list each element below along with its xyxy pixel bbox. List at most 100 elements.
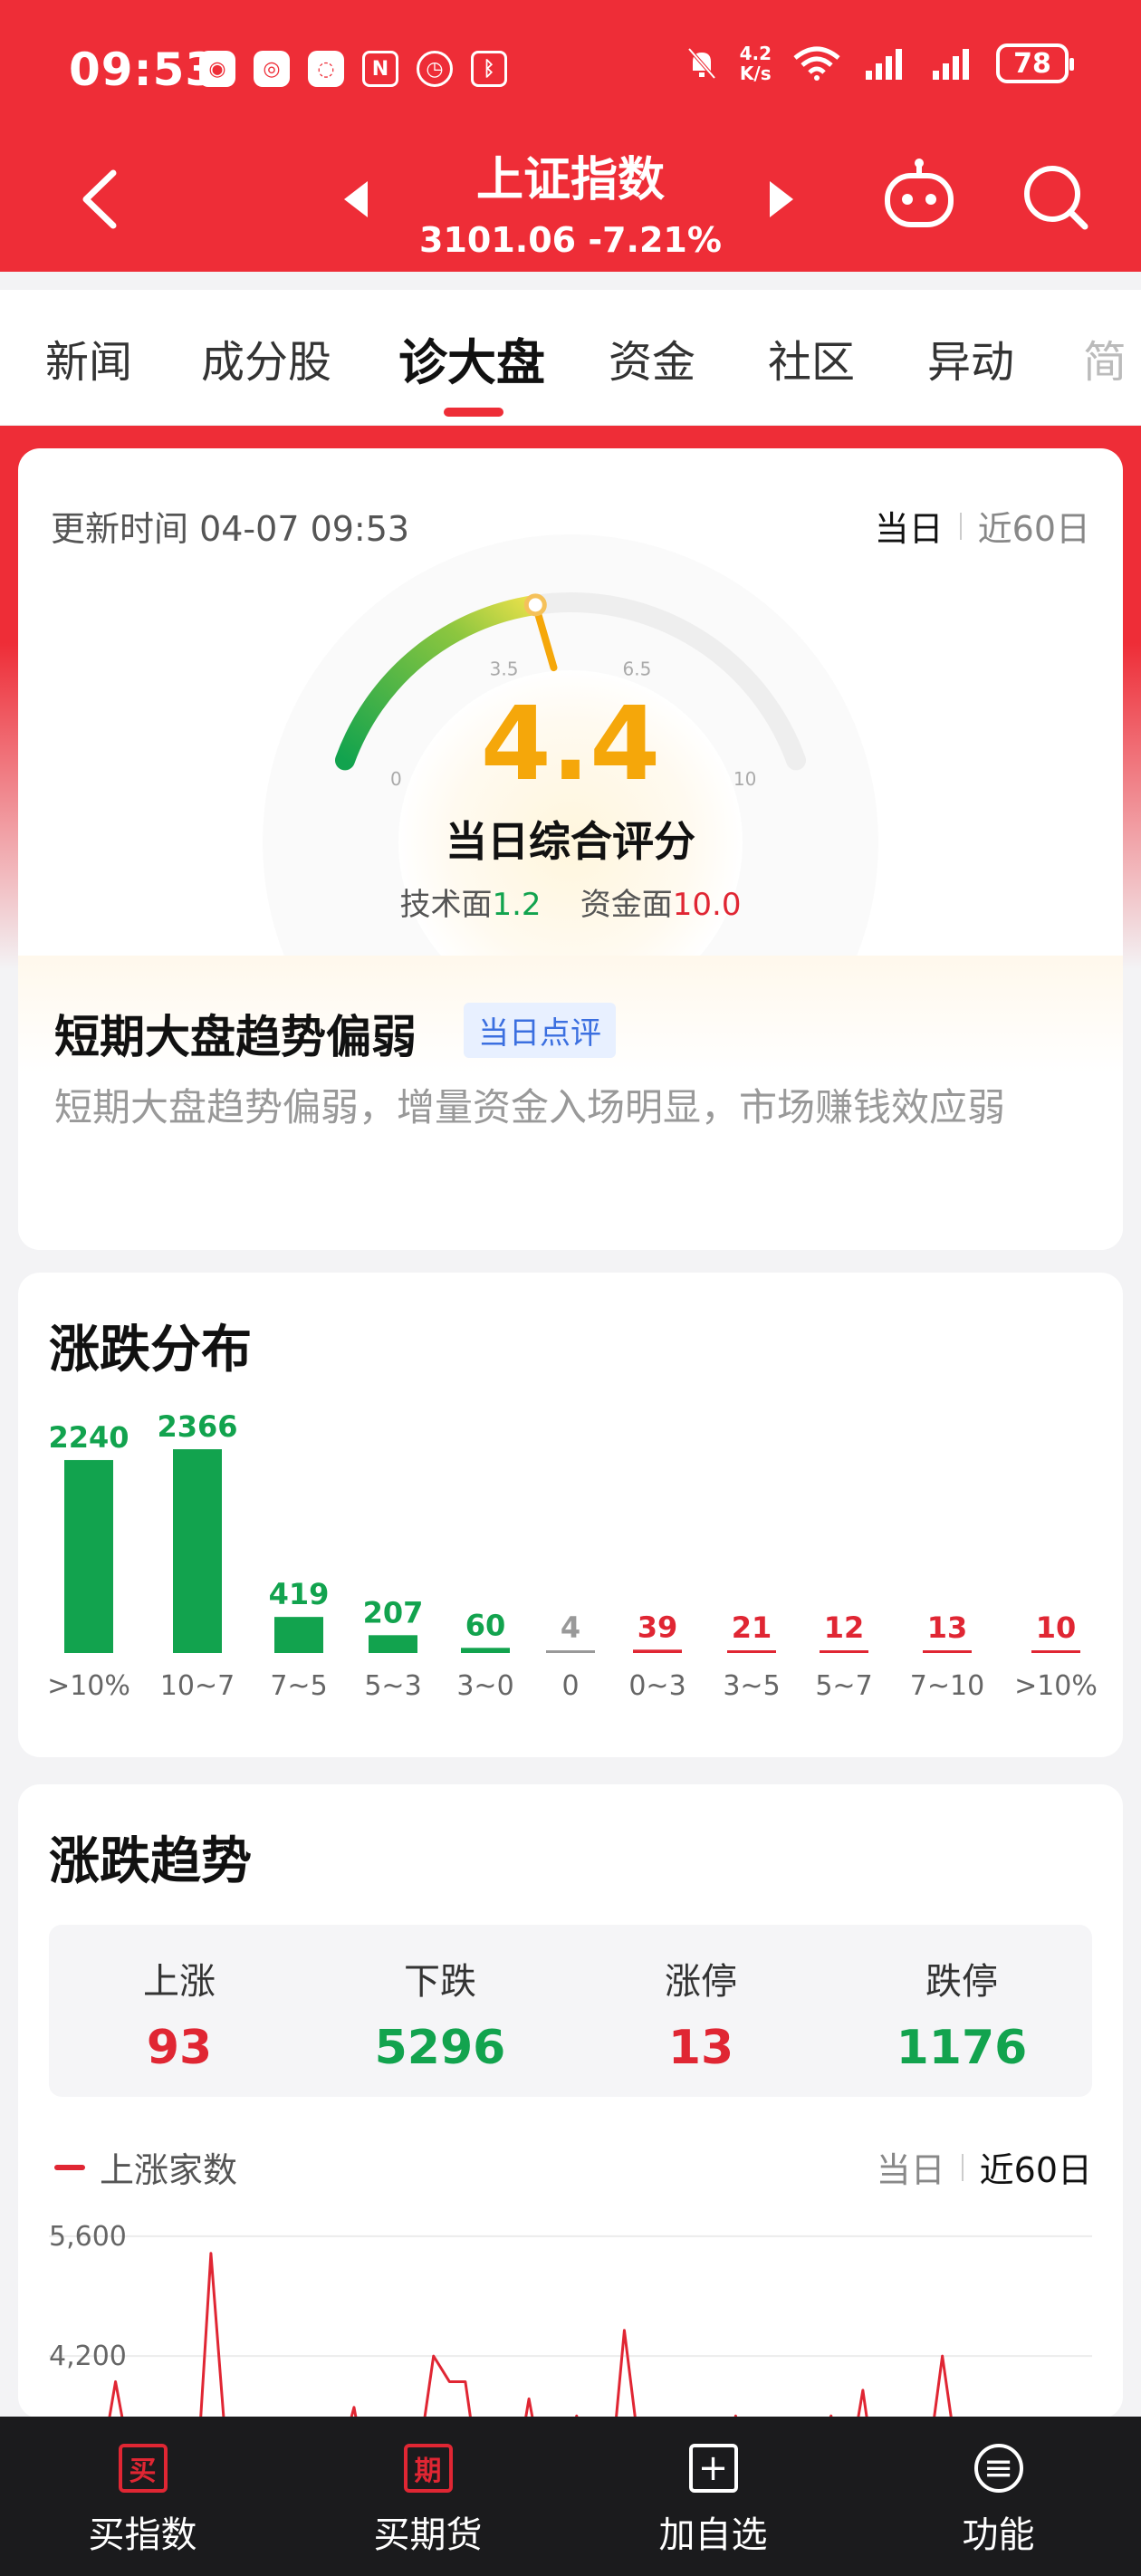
nfc-icon: N [362,51,398,87]
y-tick-label: 4,200 [49,2341,127,2372]
trend-period-today[interactable]: 当日 [877,2142,945,2192]
stat-value: 5296 [374,2021,506,2075]
header: 09:53 ◉ ◎ ◌ N ◷ ᛒ 4.2 K/s 78 上证指数 3101.0… [0,0,1141,272]
notification-icons: ◉ ◎ ◌ N ◷ ᛒ [199,51,507,87]
commentary-title: 短期大盘趋势偏弱 [54,1011,417,1063]
coin-notification-icon: ◎ [254,51,290,87]
add-watchlist-button[interactable]: + 加自选 [570,2444,856,2558]
wifi-icon [793,46,840,81]
tab-abnormal-moves[interactable]: 异动 [927,326,1014,389]
distribution-bar [274,1617,323,1653]
technical-label: 技术面 [399,887,493,923]
nav-label: 买期货 [373,2514,483,2556]
trend-line-chart: 5,600 4,200 [49,2221,1092,2418]
stat-label: 跌停 [925,1961,998,2003]
bar-value-label: 419 [269,1577,330,1611]
sub-scores: 技术面1.2 资金面10.0 [18,879,1123,924]
stat-value: 93 [146,2021,213,2075]
distribution-bar [546,1650,595,1653]
bar-category-label: 5~7 [815,1670,872,1702]
bar-category-label: 5~3 [364,1670,421,1702]
mute-bell-icon [687,47,716,80]
page-title: 上证指数 [475,153,665,207]
stat-label: 涨停 [665,1961,737,2003]
nav-label: 加自选 [658,2514,768,2556]
distribution-card: 涨跌分布 2240 >10% 2366 10~7 419 7~5 207 5~3 60 3~0 4 0… [18,1273,1123,1757]
bar-value-label: 13 [927,1610,968,1645]
tab-bar: 新闻 成分股 诊大盘 资金 社区 异动 简 [0,290,1141,426]
bar-value-label: 21 [732,1610,772,1645]
bar-category-label: 7~10 [910,1670,984,1702]
next-index-arrow[interactable] [770,181,793,217]
functions-button[interactable]: ≡ 功能 [856,2444,1141,2558]
commentary-text: 短期大盘趋势偏弱，增量资金入场明显，市场赚钱效应弱 [54,1085,1006,1129]
distribution-bar [64,1459,113,1653]
network-speed-value: 4.2 [739,43,772,64]
stat-value: 13 [667,2021,734,2075]
bar-value-label: 4 [561,1610,580,1645]
bar-value-label: 12 [824,1610,865,1645]
app-notification-icon: ◉ [199,51,235,87]
diagnosis-card: 0 3.5 6.5 10 更新时间 04-07 09:53 当日 近60日 4.4 当… [18,448,1123,1250]
nav-label: 功能 [962,2514,1035,2556]
technical-value: 1.2 [492,887,542,923]
nav-label: 买指数 [88,2514,197,2556]
buy-icon: 买 [118,2444,168,2493]
robot-icon [885,159,954,227]
alarm-icon: ◷ [417,51,453,87]
signal-icon [866,49,902,80]
stat-rising: 上涨 93 [49,1952,310,2075]
bar-category-label: 3~5 [723,1670,780,1702]
signal-icon-2 [933,49,969,80]
status-bar: 09:53 ◉ ◎ ◌ N ◷ ᛒ 4.2 K/s 78 [0,0,1141,136]
bar-value-label: 207 [363,1595,424,1629]
buy-futures-button[interactable]: 期 买期货 [285,2444,570,2558]
bar-category-label: 10~7 [160,1670,235,1702]
score-period-toggle: 当日 近60日 [875,501,1090,551]
toggle-divider [961,2153,964,2181]
update-time: 更新时间 04-07 09:53 [51,509,410,549]
trend-stats: 上涨 93 下跌 5296 涨停 13 跌停 1176 [49,1925,1092,2097]
composite-score: 4.4 [480,686,661,803]
legend-label: 上涨家数 [100,2150,238,2190]
trend-period-60-days[interactable]: 近60日 [980,2142,1092,2192]
index-quote: 3101.06 -7.21% [419,220,722,260]
stat-falling: 下跌 5296 [310,1952,570,2075]
tab-brief[interactable]: 简 [1083,326,1127,389]
tab-community[interactable]: 社区 [768,326,855,389]
period-today[interactable]: 当日 [875,501,944,551]
bar-category-label: >10% [47,1670,130,1702]
daily-commentary: 短期大盘趋势偏弱 当日点评 短期大盘趋势偏弱，增量资金入场明显，市场赚钱效应弱 [18,956,1123,1250]
stat-limit-up: 涨停 13 [570,1952,831,2075]
title-block: 上证指数 3101.06 -7.21% [317,141,824,260]
network-speed-unit: K/s [739,62,772,84]
tab-constituents[interactable]: 成分股 [201,326,331,389]
bar-value-label: 60 [465,1608,506,1642]
trend-legend: 上涨家数 [54,2142,237,2192]
robot-assistant-button[interactable] [878,156,960,237]
back-button[interactable] [63,163,136,235]
tab-news[interactable]: 新闻 [45,326,132,389]
menu-icon: ≡ [973,2444,1023,2493]
network-speed: 4.2 K/s [740,43,772,83]
bar-category-label: 0 [561,1670,579,1702]
bubble-notification-icon: ◌ [308,51,344,87]
plus-icon: + [688,2444,738,2493]
bar-value-label: 10 [1036,1610,1077,1645]
battery-indicator: 78 [996,43,1074,83]
stat-limit-down: 跌停 1176 [831,1952,1092,2075]
tab-market-diagnosis[interactable]: 诊大盘 [398,322,545,394]
distribution-bar [1031,1650,1080,1653]
composite-score-label: 当日综合评分 [446,817,695,866]
search-button[interactable] [1014,156,1096,237]
y-tick-label: 5,600 [49,2221,127,2253]
search-icon [1024,166,1088,230]
buy-index-button[interactable]: 买 买指数 [0,2444,285,2558]
stat-label: 下跌 [404,1961,476,2003]
distribution-bar [461,1648,510,1653]
bar-value-label: 2366 [157,1409,237,1444]
period-60-days[interactable]: 近60日 [978,501,1090,551]
tab-capital[interactable]: 资金 [609,326,695,389]
bar-value-label: 39 [638,1610,678,1644]
active-tab-indicator [444,408,503,417]
